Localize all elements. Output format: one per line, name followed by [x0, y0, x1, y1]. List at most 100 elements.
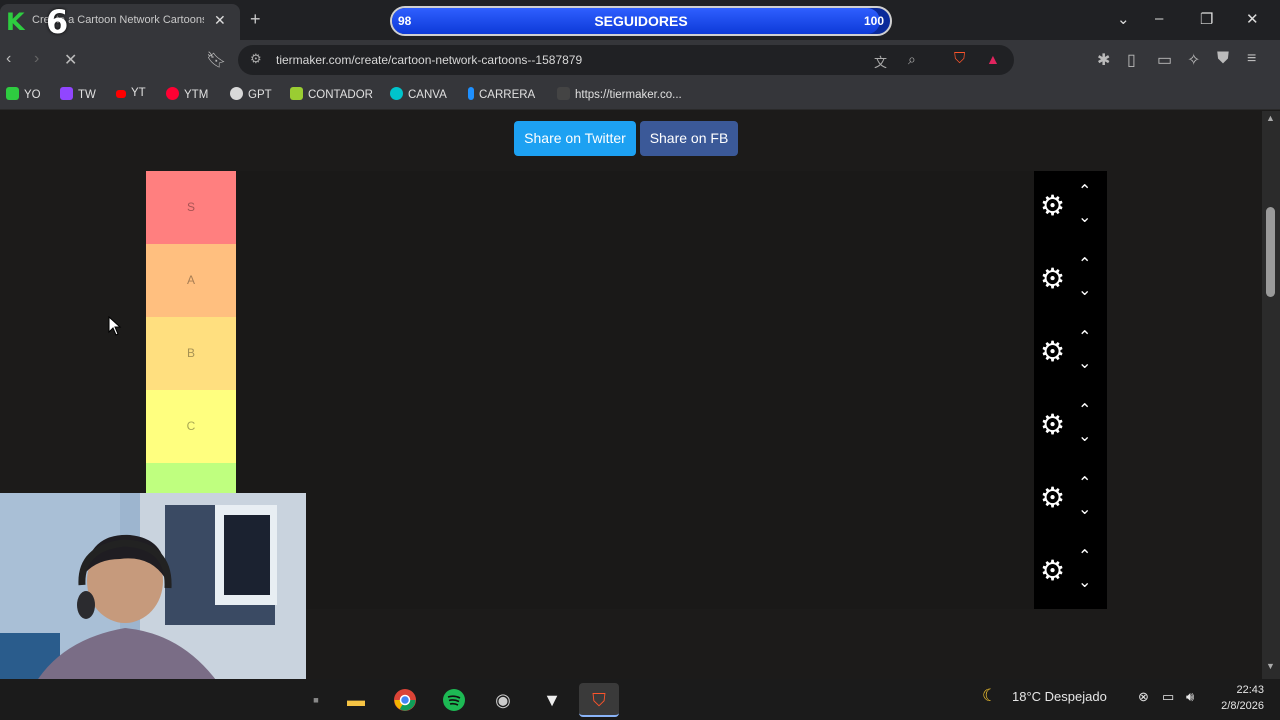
tier-label[interactable]: S — [146, 171, 236, 244]
tier-label[interactable]: A — [146, 244, 236, 317]
scroll-up-icon[interactable]: ▲ — [1266, 113, 1275, 123]
tier-drop-zone[interactable] — [236, 171, 1034, 244]
active-tab[interactable]: K Create a Cartoon Network Cartoons Tier… — [0, 4, 240, 40]
spotify-icon[interactable] — [434, 683, 474, 717]
bookmark-canva[interactable]: CANVA — [390, 87, 447, 101]
tier-row: B ⚙ ⌃ ⌄ — [146, 317, 1107, 390]
share-facebook-button[interactable]: Share on FB — [640, 121, 738, 156]
system-clock[interactable]: 22:43 2/8/2026 — [1221, 682, 1264, 714]
scroll-thumb[interactable] — [1266, 207, 1275, 297]
tier-drop-zone[interactable] — [236, 244, 1034, 317]
bookmark-yo[interactable]: YO — [6, 87, 41, 101]
move-down-icon[interactable]: ⌄ — [1078, 572, 1091, 591]
tier-controls: ⚙ ⌃ ⌄ — [1034, 536, 1107, 609]
move-up-icon[interactable]: ⌃ — [1078, 254, 1091, 273]
back-icon[interactable]: ‹ — [6, 50, 11, 68]
bookmark-gpt[interactable]: GPT — [230, 87, 272, 101]
start-overflow-icon[interactable]: ▪ — [296, 683, 336, 717]
move-down-icon[interactable]: ⌄ — [1078, 426, 1091, 445]
youtube-icon — [116, 90, 126, 98]
tier-drop-zone[interactable] — [236, 536, 1034, 609]
canva-icon — [390, 87, 403, 100]
followers-progress-bar: 98 SEGUIDORES 100 — [390, 6, 892, 36]
obs-recording-icon[interactable]: ◉ — [483, 683, 523, 717]
screen: K Create a Cartoon Network Cartoons Tier… — [0, 0, 1280, 720]
gear-icon[interactable]: ⚙ — [1040, 483, 1065, 513]
close-window-icon[interactable]: ✕ — [1246, 10, 1259, 28]
move-down-icon[interactable]: ⌄ — [1078, 207, 1091, 226]
tray-app-icon[interactable]: ⊗ — [1138, 689, 1149, 705]
move-up-icon[interactable]: ⌃ — [1078, 473, 1091, 492]
vpn-icon[interactable]: ⛊ — [1217, 50, 1229, 68]
tier-drop-zone[interactable] — [236, 317, 1034, 390]
file-explorer-icon[interactable]: ▬ — [336, 683, 376, 717]
streamlabs-icon[interactable]: ▼ — [532, 683, 572, 717]
move-down-icon[interactable]: ⌄ — [1078, 499, 1091, 518]
move-up-icon[interactable]: ⌃ — [1078, 546, 1091, 565]
zoom-icon[interactable]: ⌕ — [908, 51, 916, 68]
carrera-icon — [468, 87, 474, 100]
tier-controls: ⚙ ⌃ ⌄ — [1034, 463, 1107, 536]
site-info-icon[interactable]: ⚙︎ — [250, 51, 262, 67]
url-text: tiermaker.com/create/cartoon-network-car… — [276, 53, 583, 67]
windows-taskbar: ▪ ▬ ◉ ▼ ⛉ ☾ 18°C Despejado ⊗ ▭ 🔊︎ 22:43 … — [0, 679, 1280, 720]
bookmarks-bar: YO TW YT YTM GPT CONTADOR CANVA CARRERA … — [0, 80, 1280, 110]
stop-loading-icon[interactable]: ✕ — [64, 50, 77, 70]
clock-date: 2/8/2026 — [1221, 700, 1264, 712]
new-tab-icon[interactable]: + — [250, 9, 261, 30]
bookmark-yt[interactable]: YT — [116, 87, 146, 99]
tab-close-icon[interactable]: ✕ — [214, 12, 226, 29]
share-twitter-button[interactable]: Share on Twitter — [514, 121, 636, 156]
bookmark-carrera[interactable]: CARRERA — [468, 87, 535, 101]
move-up-icon[interactable]: ⌃ — [1078, 400, 1091, 419]
bookmark-tw[interactable]: TW — [60, 87, 96, 101]
bookmark-contador[interactable]: CONTADOR — [290, 87, 373, 101]
move-down-icon[interactable]: ⌄ — [1078, 280, 1091, 299]
minimize-icon[interactable]: – — [1155, 10, 1163, 27]
tier-drop-zone[interactable] — [236, 463, 1034, 536]
move-down-icon[interactable]: ⌄ — [1078, 353, 1091, 372]
sidebar-icon[interactable]: ▯ — [1127, 50, 1136, 70]
gear-icon[interactable]: ⚙ — [1040, 556, 1065, 586]
volume-icon[interactable]: 🔊︎ — [1186, 689, 1194, 705]
bookmark-ytm[interactable]: YTM — [166, 87, 208, 101]
tab-search-icon[interactable]: ⌄ — [1117, 10, 1130, 28]
tier-controls: ⚙ ⌃ ⌄ — [1034, 171, 1107, 244]
tier-label[interactable]: B — [146, 317, 236, 390]
gear-icon[interactable]: ⚙ — [1040, 264, 1065, 294]
leo-ai-icon[interactable]: ✧ — [1187, 50, 1200, 70]
brave-rewards-icon[interactable]: ▲ — [986, 51, 1000, 67]
followers-goal: 100 — [863, 14, 884, 28]
brave-shields-icon[interactable]: ⛉ — [954, 50, 965, 67]
tier-controls: ⚙ ⌃ ⌄ — [1034, 244, 1107, 317]
tiermaker-favicon-icon: K — [6, 8, 25, 36]
tier-drop-zone[interactable] — [236, 390, 1034, 463]
tier-row: S ⚙ ⌃ ⌄ — [146, 171, 1107, 244]
wallet-icon[interactable]: ▭ — [1157, 50, 1172, 70]
translate-icon[interactable]: 文 — [874, 52, 887, 71]
gear-icon[interactable]: ⚙ — [1040, 191, 1065, 221]
scroll-down-icon[interactable]: ▼ — [1266, 661, 1275, 671]
address-bar[interactable]: ⚙︎ tiermaker.com/create/cartoon-network-… — [238, 45, 1014, 75]
menu-icon[interactable]: ≡ — [1247, 50, 1256, 68]
chrome-icon[interactable] — [385, 683, 425, 717]
move-up-icon[interactable]: ⌃ — [1078, 327, 1091, 346]
forward-icon[interactable]: › — [34, 50, 39, 68]
extensions-icon[interactable]: ✱ — [1097, 50, 1110, 70]
gear-icon[interactable]: ⚙ — [1040, 337, 1065, 367]
browser-toolbar: ‹ › ✕ 🔖︎ ⚙︎ tiermaker.com/create/cartoon… — [0, 40, 1280, 80]
tier-label[interactable]: C — [146, 390, 236, 463]
twitch-icon — [60, 87, 73, 100]
bookmark-tiermaker[interactable]: https://tiermaker.co... — [557, 87, 682, 101]
page-scrollbar[interactable]: ▲ ▼ — [1262, 111, 1280, 679]
network-icon[interactable]: ▭ — [1162, 689, 1174, 705]
clock-time: 22:43 — [1236, 684, 1264, 696]
weather-text[interactable]: 18°C Despejado — [1012, 689, 1107, 704]
bookmark-icon[interactable]: 🔖︎ — [206, 50, 226, 70]
weather-moon-icon: ☾ — [982, 686, 998, 705]
gear-icon[interactable]: ⚙ — [1040, 410, 1065, 440]
brave-browser-icon[interactable]: ⛉ — [579, 683, 619, 717]
tiermaker-bookmark-icon — [557, 87, 570, 100]
maximize-icon[interactable]: ❐ — [1200, 10, 1213, 28]
move-up-icon[interactable]: ⌃ — [1078, 181, 1091, 200]
